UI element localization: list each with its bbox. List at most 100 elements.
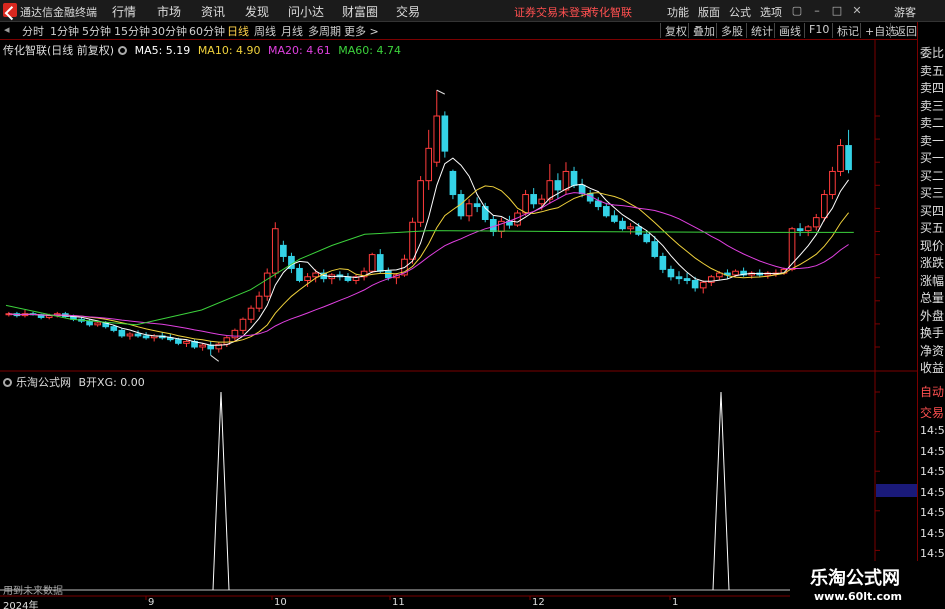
candle bbox=[804, 226, 812, 232]
candlestick-series bbox=[5, 90, 852, 356]
candle bbox=[441, 115, 449, 152]
quote-field: 卖一 bbox=[920, 133, 945, 148]
candle bbox=[619, 220, 626, 230]
candle bbox=[554, 180, 562, 191]
auto-trade-label[interactable]: 交易 bbox=[920, 404, 945, 421]
candle bbox=[611, 215, 618, 222]
candle bbox=[280, 244, 287, 257]
signal-spike bbox=[212, 391, 230, 591]
candle bbox=[635, 226, 642, 235]
indicator-value: B开XG: 0.00 bbox=[78, 376, 145, 389]
tick-time: 14:56 bbox=[920, 526, 945, 540]
candle bbox=[304, 276, 311, 281]
candle bbox=[255, 295, 263, 309]
tick-time: 14:56 bbox=[920, 465, 945, 478]
candle bbox=[562, 170, 570, 191]
candle bbox=[296, 267, 303, 281]
candle bbox=[175, 339, 182, 344]
candle bbox=[643, 233, 651, 243]
signal-spike bbox=[712, 391, 730, 591]
quote-field: 买二 bbox=[920, 168, 945, 183]
candle bbox=[199, 344, 206, 348]
x-label-year: 2024年 bbox=[3, 601, 39, 609]
candle bbox=[812, 217, 820, 228]
candle bbox=[368, 254, 376, 272]
candle bbox=[239, 318, 247, 331]
quote-field: 卖五 bbox=[920, 63, 945, 78]
candle bbox=[118, 329, 126, 337]
candle bbox=[126, 333, 134, 337]
candle bbox=[732, 270, 739, 276]
candle bbox=[312, 272, 319, 278]
candle bbox=[699, 281, 707, 289]
candle bbox=[627, 226, 634, 230]
indicator-title: 乐淘公式网 bbox=[16, 376, 71, 389]
quote-field: 现价 bbox=[920, 238, 945, 253]
gear-icon[interactable] bbox=[3, 378, 12, 387]
quote-field: 委比 bbox=[920, 46, 945, 60]
candle bbox=[546, 180, 554, 200]
watermark-url: www.60lt.com bbox=[814, 590, 903, 603]
candle bbox=[570, 170, 578, 186]
candle bbox=[651, 241, 659, 257]
candle bbox=[263, 272, 271, 297]
candle bbox=[142, 335, 150, 339]
x-label-dec: 12 bbox=[532, 597, 545, 608]
ma10-line bbox=[8, 185, 849, 343]
quote-field: 总量 bbox=[920, 291, 945, 305]
candle bbox=[530, 194, 537, 205]
x-label-nov: 11 bbox=[392, 597, 405, 608]
quote-field: 涨幅 bbox=[920, 273, 945, 288]
quote-field: 买五 bbox=[920, 221, 945, 235]
candle bbox=[796, 228, 804, 232]
candle bbox=[845, 145, 852, 171]
candle bbox=[449, 170, 457, 196]
watermark: 乐淘公式网 www.60lt.com bbox=[790, 561, 945, 609]
ma20-line bbox=[8, 192, 849, 337]
candle bbox=[425, 147, 433, 182]
indicator-pane bbox=[0, 391, 917, 591]
candle bbox=[384, 270, 392, 279]
tick-time: 14:56 bbox=[920, 485, 945, 499]
candle bbox=[683, 278, 691, 281]
candle bbox=[659, 255, 667, 270]
candle bbox=[473, 203, 481, 208]
candle bbox=[691, 279, 699, 289]
quote-field: 买四 bbox=[920, 203, 945, 218]
candle bbox=[522, 194, 529, 214]
candle bbox=[94, 322, 101, 326]
price-chart[interactable] bbox=[0, 0, 917, 609]
quote-field: 外盘 bbox=[920, 308, 945, 323]
high-pointer bbox=[436, 89, 445, 95]
candle bbox=[578, 184, 586, 195]
tick-time: 14:56 bbox=[920, 547, 945, 560]
quote-field: 收益 bbox=[920, 361, 945, 375]
indicator-header: 乐淘公式网 B开XG: 0.00 bbox=[3, 374, 145, 390]
candle bbox=[86, 320, 93, 326]
x-label-oct: 10 bbox=[274, 597, 287, 608]
x-label-sep: 9 bbox=[148, 597, 155, 608]
quote-field: 买三 bbox=[920, 186, 945, 200]
tick-time: 14:56 bbox=[920, 444, 945, 458]
candle bbox=[231, 329, 239, 339]
candle bbox=[110, 326, 118, 331]
future-data-note: 用到未来数据 bbox=[3, 586, 63, 597]
quote-field: 买一 bbox=[920, 151, 945, 165]
quote-field: 卖三 bbox=[920, 98, 945, 113]
candle bbox=[667, 268, 675, 278]
tick-time: 14:56 bbox=[920, 424, 945, 437]
auto-trade-label[interactable]: 自动 bbox=[920, 383, 945, 400]
candle bbox=[409, 221, 416, 260]
candle bbox=[376, 254, 384, 272]
candle bbox=[594, 200, 602, 208]
candle bbox=[465, 203, 473, 217]
candle bbox=[675, 276, 683, 280]
candle bbox=[603, 206, 610, 217]
x-label-jan: 1 bbox=[672, 597, 679, 608]
candle bbox=[183, 340, 190, 344]
candle bbox=[271, 228, 279, 274]
candle bbox=[433, 115, 441, 163]
candle bbox=[829, 170, 836, 196]
cursor-value-box bbox=[876, 484, 917, 497]
tick-time: 14:56 bbox=[920, 506, 945, 519]
